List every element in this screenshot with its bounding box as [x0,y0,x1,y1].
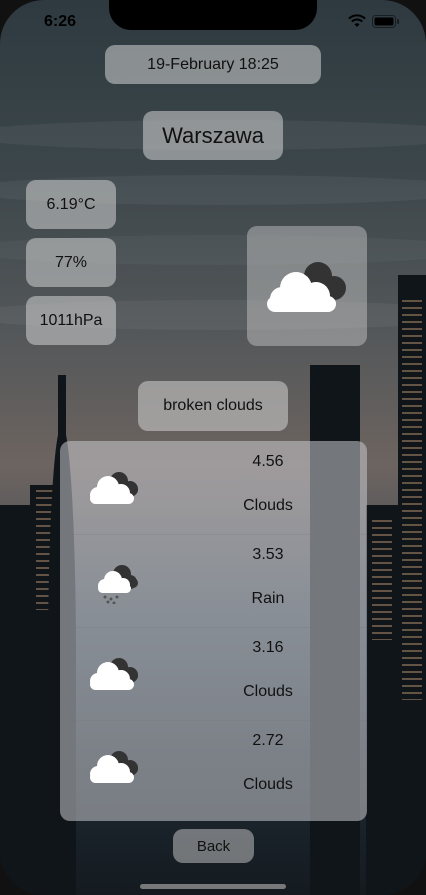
forecast-condition: Clouds [243,683,293,700]
forecast-condition: Rain [251,590,285,607]
city-name: Warszawa [143,111,283,160]
current-weather-icon-box [247,226,367,346]
rain-icon [98,565,138,604]
device-notch [109,0,317,30]
forecast-row[interactable]: 4.56 Clouds [60,441,367,535]
home-indicator[interactable] [140,884,286,889]
wifi-icon [348,14,366,27]
temperature-value: 6.19°C [26,180,116,229]
forecast-row[interactable]: 3.53 Rain [60,534,367,628]
forecast-condition: Clouds [243,497,293,514]
forecast-value: 3.16 [252,639,284,656]
clouds-icon [90,658,138,690]
forecast-value: 2.72 [252,732,284,749]
status-time: 6:26 [44,13,77,30]
app-screen: 6:26 19-February 18:25 Warszawa 6.19°C 7… [0,0,426,895]
date-label: 19-February 18:25 [105,45,321,84]
back-button[interactable]: Back [173,829,254,863]
clouds-icon [90,472,138,504]
battery-icon [372,15,399,28]
forecast-condition: Clouds [243,776,293,793]
clouds-icon [90,751,138,783]
forecast-row[interactable]: 2.72 Clouds [60,720,367,813]
forecast-value: 4.56 [252,453,284,470]
forecast-row[interactable]: 3.16 Clouds [60,627,367,721]
forecast-list[interactable]: 4.56 Clouds 3.53 Rain 3.16 Clouds 2.72 C… [60,441,367,821]
status-bar: 6:26 [0,0,426,44]
weather-description: broken clouds [138,381,288,431]
broken-clouds-icon [267,262,346,312]
humidity-value: 77% [26,238,116,287]
pressure-value: 1011hPa [26,296,116,345]
forecast-value: 3.53 [252,546,284,563]
